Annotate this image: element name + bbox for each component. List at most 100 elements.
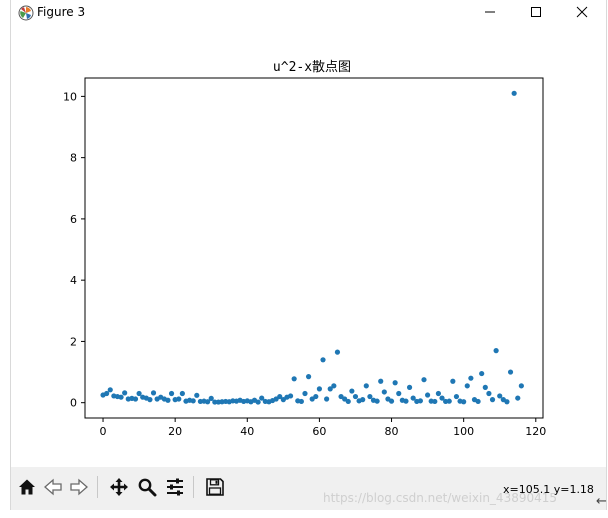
maximize-icon [531, 7, 541, 17]
scatter-point [291, 376, 297, 382]
figure-window: Figure 3 u^2-x散点图 0 20 40 60 80 100 120 0 2 4 6 8 10 [10, 0, 607, 510]
scatter-point [424, 392, 431, 398]
scatter-point [150, 390, 157, 396]
close-button[interactable] [559, 0, 605, 24]
scatter-point [504, 399, 510, 405]
scatter-point [378, 378, 384, 384]
arrow-right-icon [70, 478, 88, 496]
minimize-button[interactable] [467, 0, 513, 24]
scatter-point [349, 388, 355, 394]
scatter-point [515, 395, 521, 401]
x-tick-label: 0 [100, 425, 107, 438]
scatter-point [446, 398, 452, 404]
zoom-button[interactable] [135, 475, 159, 499]
scatter-point [518, 383, 524, 389]
scatter-point [435, 390, 442, 397]
scatter-point [190, 398, 196, 404]
x-tick-label: 80 [385, 425, 399, 438]
scatter-point [403, 398, 409, 404]
scatter-point [479, 370, 485, 377]
watermark-text: https://blog.csdn.net/weixin_43890415 [323, 491, 558, 505]
home-button[interactable] [15, 475, 39, 499]
scatter-point [324, 396, 330, 402]
scatter-point [482, 384, 488, 390]
matplotlib-logo-icon [18, 5, 34, 21]
scatter-point [302, 390, 308, 397]
y-tick-label: 10 [63, 90, 77, 103]
window-title: Figure 3 [37, 5, 86, 19]
title-bar[interactable]: Figure 3 [11, 0, 606, 26]
scatter-point [421, 377, 427, 383]
scatter-point [450, 378, 456, 384]
scatter-point [298, 398, 304, 405]
figure-canvas[interactable]: u^2-x散点图 0 20 40 60 80 100 120 0 2 4 6 8 10 [11, 26, 606, 467]
scatter-point [132, 396, 139, 402]
chart-title: u^2-x散点图 [273, 60, 351, 75]
scatter-point [255, 399, 261, 405]
scatter-point [352, 393, 359, 400]
scatter-point [360, 397, 366, 403]
scatter-point [122, 390, 128, 396]
scatter-point [194, 392, 200, 398]
scatter-point [107, 387, 113, 393]
scatter-point [305, 374, 312, 380]
scatter-point [118, 394, 124, 400]
y-tick-label: 8 [70, 152, 77, 165]
magnifier-icon [138, 478, 157, 497]
scatter-point [176, 396, 182, 402]
scatter-point [489, 397, 496, 403]
scatter-point [432, 398, 438, 405]
scatter-chart[interactable]: u^2-x散点图 0 20 40 60 80 100 120 0 2 4 6 8 10 [11, 26, 606, 467]
y-tick-label: 4 [70, 274, 77, 287]
save-button[interactable] [203, 475, 227, 499]
pan-button[interactable] [107, 475, 131, 499]
scatter-point [331, 383, 337, 389]
scatter-point [374, 398, 380, 404]
scatter-point [461, 399, 467, 405]
scatter-points [100, 90, 524, 405]
scatter-point [316, 386, 323, 392]
scatter-point [345, 398, 351, 405]
x-tick-label: 20 [168, 425, 182, 438]
y-tick-label: 2 [70, 335, 77, 348]
maximize-button[interactable] [513, 0, 559, 24]
home-icon [19, 479, 35, 495]
scatter-point [165, 397, 171, 403]
back-button[interactable] [41, 475, 65, 499]
scatter-point [168, 390, 175, 397]
close-icon [576, 6, 588, 18]
scatter-point [475, 398, 481, 405]
move-icon [110, 478, 128, 496]
toolbar-separator [97, 476, 98, 498]
watermark-arrow: ← [596, 494, 607, 509]
floppy-disk-icon [206, 478, 224, 496]
minimize-icon [485, 11, 495, 13]
scatter-point [406, 384, 413, 390]
sliders-icon [167, 478, 183, 496]
x-tick-label: 40 [240, 425, 254, 438]
configure-subplots-button[interactable] [163, 475, 187, 499]
y-tick-label: 6 [70, 213, 77, 226]
scatter-point [363, 383, 369, 389]
scatter-point [493, 348, 499, 354]
toolbar-separator [193, 476, 194, 498]
scatter-point [453, 393, 460, 400]
scatter-point [179, 390, 185, 397]
scatter-point [381, 389, 387, 395]
x-tick-label: 60 [312, 425, 326, 438]
axes: 0 20 40 60 80 100 120 0 2 4 6 8 10 [63, 90, 546, 438]
forward-button[interactable] [67, 475, 91, 499]
scatter-point [147, 397, 153, 403]
x-tick-label: 120 [525, 425, 546, 438]
scatter-point [468, 375, 474, 381]
y-tick-label: 0 [70, 397, 77, 410]
scatter-point [334, 349, 341, 355]
scatter-point [417, 398, 423, 404]
plot-frame [84, 77, 544, 419]
scatter-point [392, 380, 398, 386]
scatter-point [486, 390, 492, 397]
scatter-point [313, 393, 319, 400]
scatter-point [287, 393, 294, 399]
scatter-point [388, 398, 395, 404]
scatter-point [464, 383, 470, 389]
